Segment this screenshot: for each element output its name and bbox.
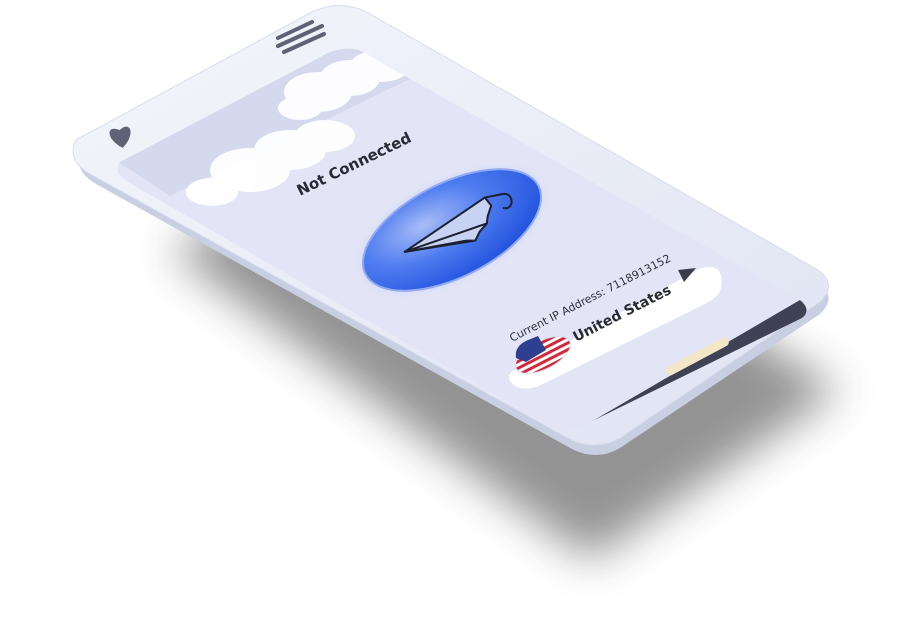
mockup-stage: Not Connected Current IP Address: 711891…: [0, 0, 900, 618]
phone-mockup: Not Connected Current IP Address: 711891…: [72, 5, 840, 560]
